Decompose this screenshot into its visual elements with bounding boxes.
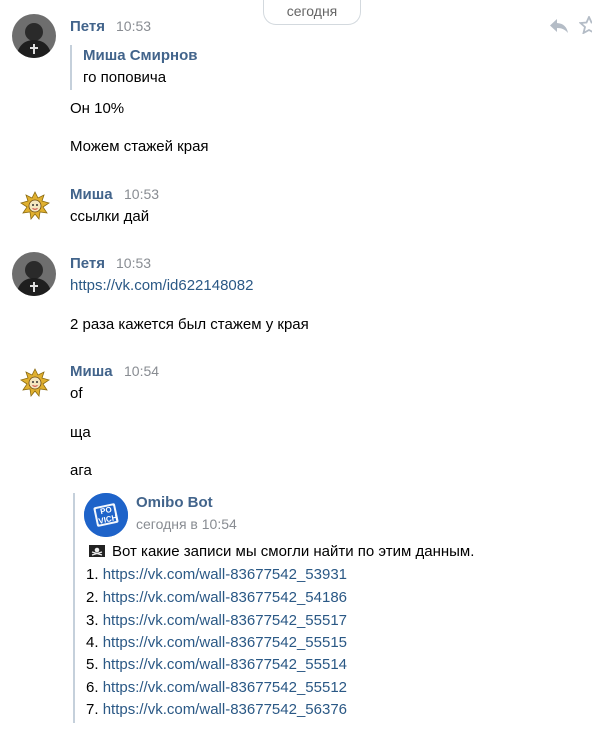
date-separator: сегодня — [263, 0, 361, 25]
message-text: 2 раза кажется был стажем у края — [70, 316, 309, 333]
forward-text: Вот какие записи мы смогли найти по этим… — [89, 543, 474, 560]
result-link[interactable]: https://vk.com/wall-83677542_55515 — [103, 634, 347, 651]
message-author[interactable]: Миша — [70, 186, 113, 203]
result-link[interactable]: https://vk.com/wall-83677542_54186 — [103, 589, 347, 606]
result-link-row: 3. https://vk.com/wall-83677542_55517 — [86, 612, 347, 629]
result-number: 7. — [86, 701, 99, 718]
result-link-row: 6. https://vk.com/wall-83677542_55512 — [86, 679, 347, 696]
message-link[interactable]: https://vk.com/id622148082 — [70, 277, 253, 294]
pirate-flag-icon — [89, 544, 105, 557]
result-link[interactable]: https://vk.com/wall-83677542_56376 — [103, 701, 347, 718]
result-link-row: 2. https://vk.com/wall-83677542_54186 — [86, 589, 347, 606]
result-link[interactable]: https://vk.com/wall-83677542_55517 — [103, 612, 347, 629]
message-text: of — [70, 385, 83, 402]
message-text: Можем стажей края — [70, 138, 209, 155]
quote-author[interactable]: Миша Смирнов — [83, 47, 198, 64]
message-time: 10:53 — [116, 18, 152, 34]
result-number: 2. — [86, 589, 99, 606]
message-time: 10:53 — [116, 255, 152, 271]
result-number: 3. — [86, 612, 99, 629]
message-author[interactable]: Петя — [70, 18, 105, 35]
message-time: 10:53 — [124, 186, 160, 202]
avatar-omibo-bot[interactable]: PO VICH — [84, 493, 128, 537]
result-number: 4. — [86, 634, 99, 651]
message-text: ага — [70, 462, 92, 479]
result-link-row: 1. https://vk.com/wall-83677542_53931 — [86, 566, 347, 583]
message-text: ссылки дай — [70, 208, 150, 225]
avatar-petya[interactable] — [12, 14, 56, 58]
result-number: 1. — [86, 566, 99, 583]
forward-time: сегодня в 10:54 — [136, 516, 237, 532]
result-link-row: 7. https://vk.com/wall-83677542_56376 — [86, 701, 347, 718]
forward-text-content: Вот какие записи мы смогли найти по этим… — [112, 543, 475, 560]
avatar-petya[interactable] — [12, 252, 56, 296]
star-icon[interactable] — [579, 16, 592, 34]
result-link[interactable]: https://vk.com/wall-83677542_53931 — [103, 566, 347, 583]
message-text: Он 10% — [70, 100, 125, 117]
reply-icon[interactable] — [548, 16, 570, 36]
forward-bar — [73, 493, 75, 723]
message-author[interactable]: Петя — [70, 255, 105, 272]
avatar-misha[interactable] — [20, 191, 50, 221]
result-number: 6. — [86, 679, 99, 696]
message-text: ща — [70, 424, 91, 441]
forward-author[interactable]: Omibo Bot — [136, 494, 213, 511]
result-link-row: 4. https://vk.com/wall-83677542_55515 — [86, 634, 347, 651]
message-time: 10:54 — [124, 363, 160, 379]
result-link-row: 5. https://vk.com/wall-83677542_55514 — [86, 656, 347, 673]
avatar-misha[interactable] — [20, 368, 50, 398]
result-link[interactable]: https://vk.com/wall-83677542_55512 — [103, 679, 347, 696]
message-author[interactable]: Миша — [70, 363, 113, 380]
quote-bar — [70, 45, 72, 90]
result-link[interactable]: https://vk.com/wall-83677542_55514 — [103, 656, 347, 673]
result-number: 5. — [86, 656, 99, 673]
quote-text: го поповича — [83, 69, 167, 86]
